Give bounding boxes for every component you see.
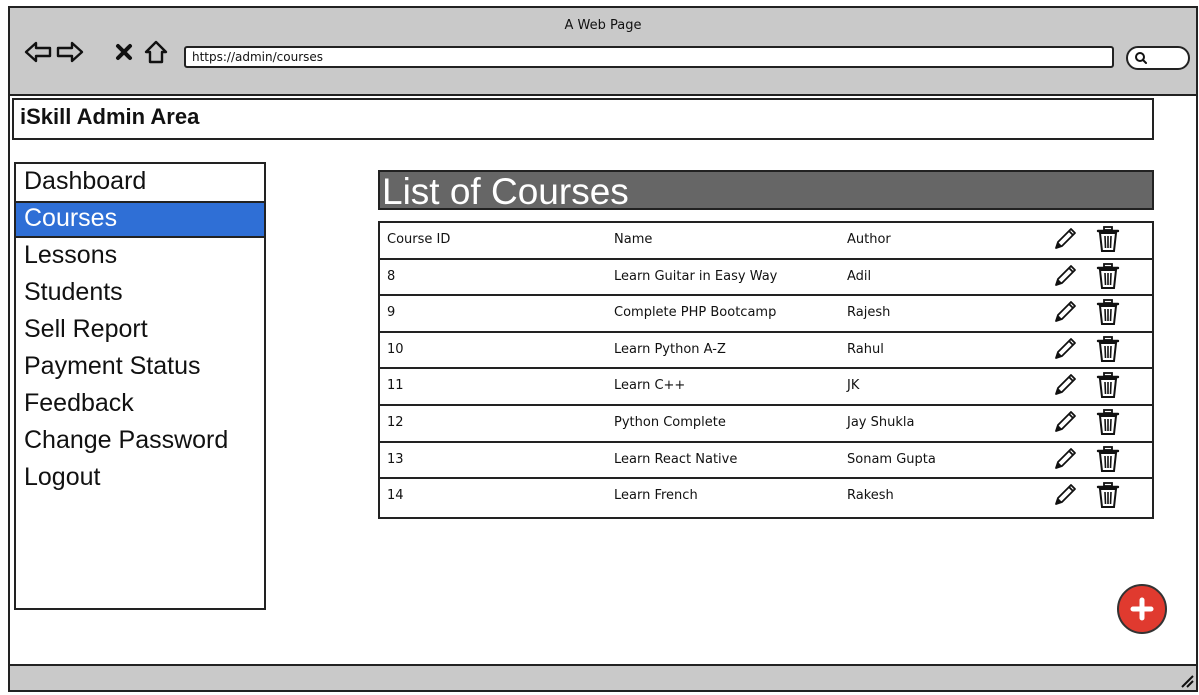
delete-course-button[interactable] <box>1095 262 1121 290</box>
pencil-icon <box>1055 301 1076 323</box>
course-id-cell: 11 <box>387 378 404 394</box>
home-button[interactable] <box>142 38 170 66</box>
edit-course-button[interactable] <box>1052 299 1078 325</box>
edit-course-button[interactable] <box>1052 482 1078 508</box>
sidebar-item-payment-status[interactable]: Payment Status <box>16 349 264 386</box>
course-name-cell: Learn Guitar in Easy Way <box>614 268 778 284</box>
table-row: 11 Learn C++ JK <box>380 369 1152 406</box>
column-header-author: Author <box>847 232 891 247</box>
header-trash-icon[interactable] <box>1095 225 1121 253</box>
course-id-cell: 12 <box>387 415 404 430</box>
course-author-cell: Rahul <box>847 341 884 357</box>
trash-icon <box>1096 335 1120 362</box>
column-header-course-id: Course ID <box>387 232 451 247</box>
course-id-cell: 14 <box>387 488 404 504</box>
trash-icon <box>1096 226 1120 252</box>
trash-icon <box>1096 445 1120 472</box>
sidebar-nav: Dashboard Courses Lessons Students Sell Repo… <box>14 162 266 610</box>
resize-grip-icon[interactable] <box>1178 672 1194 688</box>
edit-course-button[interactable] <box>1052 336 1078 362</box>
pencil-icon <box>1055 228 1076 249</box>
stop-button[interactable] <box>110 38 138 66</box>
course-name-cell: Learn C++ <box>614 378 686 394</box>
plus-icon <box>1130 597 1154 621</box>
table-row: 10 Learn Python A-Z Rahul <box>380 333 1152 370</box>
delete-course-button[interactable] <box>1095 335 1121 363</box>
table-row: 14 Learn French Rakesh <box>380 479 1152 516</box>
sidebar-item-courses[interactable]: Courses <box>14 201 266 238</box>
delete-course-button[interactable] <box>1095 298 1121 326</box>
search-button[interactable] <box>1126 46 1190 70</box>
table-row: 13 Learn React Native Sonam Gupta <box>380 443 1152 480</box>
course-name-cell: Python Complete <box>614 415 726 430</box>
column-header-name: Name <box>614 232 653 247</box>
course-author-cell: Adil <box>847 268 872 284</box>
pencil-icon <box>1055 264 1076 286</box>
edit-course-button[interactable] <box>1052 409 1078 435</box>
table-row: 12 Python Complete Jay Shukla <box>380 406 1152 443</box>
course-id-cell: 13 <box>387 451 404 467</box>
course-author-cell: Rakesh <box>847 488 894 504</box>
forward-button[interactable] <box>56 38 84 66</box>
pencil-icon <box>1055 374 1076 396</box>
trash-icon <box>1096 262 1120 289</box>
trash-icon <box>1096 299 1120 326</box>
course-id-cell: 8 <box>387 268 396 284</box>
url-input[interactable]: https://admin/courses <box>184 46 1114 68</box>
edit-course-button[interactable] <box>1052 372 1078 398</box>
page-header: iSkill Admin Area <box>12 98 1154 140</box>
add-course-button[interactable] <box>1117 584 1167 634</box>
course-name-cell: Learn Python A-Z <box>614 341 726 357</box>
pencil-icon <box>1055 337 1076 359</box>
course-name-cell: Complete PHP Bootcamp <box>614 305 777 321</box>
table-row: 8 Learn Guitar in Easy Way Adil <box>380 260 1152 297</box>
back-arrow-icon <box>24 41 52 63</box>
course-author-cell: Jay Shukla <box>847 415 915 430</box>
pencil-icon <box>1055 447 1076 469</box>
page-title: List of Courses <box>378 170 1154 210</box>
course-name-cell: Learn React Native <box>614 451 738 467</box>
sidebar-item-sell-report[interactable]: Sell Report <box>16 312 264 349</box>
delete-course-button[interactable] <box>1095 481 1121 509</box>
delete-course-button[interactable] <box>1095 408 1121 436</box>
course-author-cell: Sonam Gupta <box>847 451 936 467</box>
sidebar-item-students[interactable]: Students <box>16 275 264 312</box>
course-author-cell: Rajesh <box>847 305 891 321</box>
close-icon <box>116 44 132 60</box>
trash-icon <box>1096 409 1120 435</box>
table-header-row: Course ID Name Author <box>380 223 1152 260</box>
browser-toolbar: A Web Page https://admin/courses <box>10 8 1196 96</box>
course-name-cell: Learn French <box>614 488 698 504</box>
table-row: 9 Complete PHP Bootcamp Rajesh <box>380 296 1152 333</box>
forward-arrow-icon <box>56 41 84 63</box>
trash-icon <box>1096 482 1120 509</box>
window-title: A Web Page <box>564 18 642 33</box>
sidebar-item-logout[interactable]: Logout <box>16 460 264 497</box>
home-icon <box>144 40 168 64</box>
course-id-cell: 9 <box>387 305 396 321</box>
pencil-icon <box>1055 484 1076 506</box>
edit-course-button[interactable] <box>1052 263 1078 289</box>
course-author-cell: JK <box>847 378 860 394</box>
sidebar-item-change-password[interactable]: Change Password <box>16 423 264 460</box>
trash-icon <box>1096 372 1120 399</box>
delete-course-button[interactable] <box>1095 371 1121 399</box>
sidebar-item-dashboard[interactable]: Dashboard <box>16 164 264 201</box>
courses-table: Course ID Name Author 8 Learn Guitar in Easy… <box>378 221 1154 519</box>
sidebar-item-lessons[interactable]: Lessons <box>16 238 264 275</box>
back-button[interactable] <box>24 38 52 66</box>
course-id-cell: 10 <box>387 341 404 357</box>
edit-course-button[interactable] <box>1052 446 1078 472</box>
header-pencil-icon[interactable] <box>1052 226 1078 252</box>
status-bar <box>10 664 1196 690</box>
pencil-icon <box>1055 411 1076 432</box>
search-icon <box>1135 52 1147 64</box>
delete-course-button[interactable] <box>1095 445 1121 473</box>
sidebar-item-feedback[interactable]: Feedback <box>16 386 264 423</box>
